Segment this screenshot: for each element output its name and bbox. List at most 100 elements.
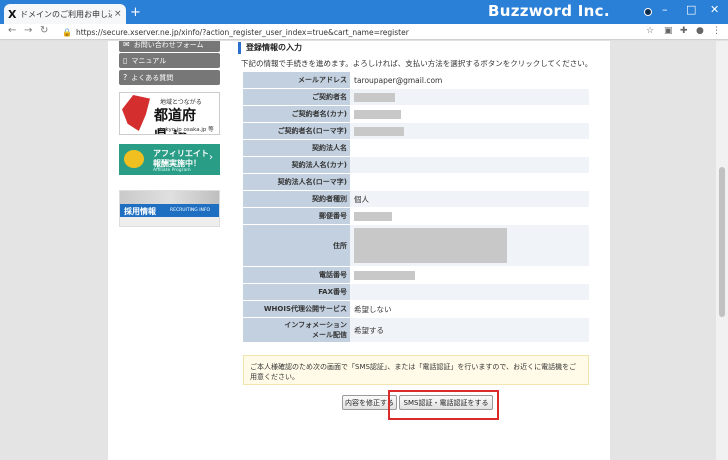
redacted-value [350, 89, 589, 105]
browser-tab[interactable]: X ドメインのご利用お申し込み | 独自ドメ × [4, 4, 126, 24]
table-row: 住所 [243, 225, 589, 267]
banner-heading: 採用情報 [124, 207, 156, 216]
coins-icon [124, 150, 144, 168]
brand-watermark: Buzzword Inc. [488, 2, 610, 20]
redacted-value [350, 106, 589, 122]
redaction-block [354, 211, 392, 221]
row-label: メールアドレス [243, 72, 350, 88]
table-row: FAX番号 [243, 284, 589, 301]
address-bar[interactable]: 🔒 https://secure.xserver.ne.jp/xinfo/?ac… [62, 25, 652, 39]
row-value [350, 140, 589, 156]
prefecture-domain-banner[interactable]: 地域とつながる 都道府県.jp tokyo.jp osaka.jp 等 [119, 92, 220, 135]
chevron-right-icon: › [209, 152, 213, 163]
forward-arrow-icon[interactable]: → [24, 25, 32, 36]
row-label: 契約法人名(カナ) [243, 157, 350, 173]
row-value: 希望しない [350, 301, 589, 317]
highlight-box [388, 390, 499, 420]
sidebar-item-contact[interactable]: ✉ お問い合わせフォーム [119, 41, 220, 52]
row-value: 希望する [350, 318, 589, 342]
close-window-button[interactable]: ✕ [710, 3, 719, 16]
page-viewport: ✉ お問い合わせフォーム ▯ マニュアル ? よくある質問 地域とつながる 都道… [0, 41, 716, 460]
row-value [350, 174, 589, 190]
row-value: 個人 [350, 191, 589, 207]
sidebar-item-faq[interactable]: ? よくある質問 [119, 70, 220, 85]
row-label: 住所 [243, 225, 350, 266]
row-label: ご契約者名(カナ) [243, 106, 350, 122]
puzzle-icon[interactable]: ✚ [680, 26, 688, 36]
redaction-block [354, 92, 395, 102]
table-row: 郵便番号 [243, 208, 589, 225]
office-photo [120, 191, 219, 204]
scrollbar-thumb[interactable] [719, 167, 725, 317]
minimize-button[interactable]: – [662, 3, 668, 16]
menu-dots-icon[interactable]: ⋮ [712, 26, 721, 36]
table-row: WHOIS代理公開サービス 希望しない [243, 301, 589, 318]
extension-icon[interactable]: ▣ [664, 26, 673, 36]
registration-table: メールアドレス taroupaper@gmail.com ご契約者名 ご契約者名… [243, 72, 589, 343]
table-row: 契約者種別 個人 [243, 191, 589, 208]
question-icon: ? [123, 73, 128, 82]
row-label: 郵便番号 [243, 208, 350, 224]
row-value [350, 157, 589, 173]
table-row: 電話番号 [243, 267, 589, 284]
row-label: WHOIS代理公開サービス [243, 301, 350, 317]
row-label: FAX番号 [243, 284, 350, 300]
reload-icon[interactable]: ↻ [40, 25, 48, 36]
redacted-value [350, 208, 589, 224]
table-row: ご契約者名(カナ) [243, 106, 589, 123]
redaction-block [354, 270, 415, 280]
table-row: ご契約者名(ローマ字) [243, 123, 589, 140]
section-title: 登録情報の入力 [238, 42, 302, 54]
row-label-line: メール配信 [312, 331, 347, 339]
redacted-value [350, 267, 589, 283]
row-label: 契約者種別 [243, 191, 350, 207]
row-label: 契約法人名 [243, 140, 350, 156]
sidebar-item-label: お問い合わせフォーム [133, 41, 204, 49]
mail-icon: ✉ [123, 41, 130, 49]
row-label-line: インフォメーション [284, 321, 347, 329]
row-label: 電話番号 [243, 267, 350, 283]
sidebar-item-label: よくある質問 [131, 73, 174, 82]
banner-text: Affiliate Program [153, 168, 191, 173]
tab-bar: X ドメインのご利用お申し込み | 独自ドメ × + Buzzword Inc.… [0, 0, 728, 24]
table-row: 契約法人名(ローマ字) [243, 174, 589, 191]
row-value: taroupaper@gmail.com [350, 72, 589, 88]
profile-icon[interactable] [644, 8, 652, 16]
row-value [350, 284, 589, 300]
row-label: 契約法人名(ローマ字) [243, 174, 350, 190]
tab-title: ドメインのご利用お申し込み | 独自ドメ [20, 9, 112, 19]
recruiting-banner[interactable]: 採用情報 RECRUITING INFO [119, 190, 220, 227]
sidebar-item-label: マニュアル [131, 56, 167, 65]
redaction-block [354, 228, 507, 263]
redacted-value [350, 225, 589, 266]
vertical-scrollbar[interactable] [716, 41, 728, 460]
browser-toolbar: ← → ↻ 🔒 https://secure.xserver.ne.jp/xin… [0, 24, 728, 40]
table-row: ご契約者名 [243, 89, 589, 106]
book-icon: ▯ [123, 56, 128, 65]
table-row: メールアドレス taroupaper@gmail.com [243, 72, 589, 89]
redaction-block [354, 126, 404, 136]
japan-map-icon [122, 95, 150, 131]
banner-text: RECRUITING INFO [170, 208, 211, 213]
bookmark-star-icon[interactable]: ☆ [646, 26, 654, 36]
row-label: ご契約者名(ローマ字) [243, 123, 350, 139]
banner-text: tokyo.jp osaka.jp 等 [160, 127, 214, 133]
maximize-button[interactable]: □ [686, 3, 696, 16]
intro-text: 下記の情報で手続きを進めます。よろしければ、支払い方法を選択するボタンをクリック… [241, 59, 593, 68]
account-icon[interactable]: ● [696, 26, 704, 36]
new-tab-button[interactable]: + [130, 5, 141, 20]
tab-close-icon[interactable]: × [114, 9, 122, 19]
back-arrow-icon[interactable]: ← [8, 25, 16, 36]
url-text: https://secure.xserver.ne.jp/xinfo/?acti… [75, 27, 409, 37]
row-label: ご契約者名 [243, 89, 350, 105]
notice-box: ご本人様確認のため次の画面で「SMS認証」、または「電話認証」を行いますので、お… [243, 355, 589, 385]
redaction-block [354, 109, 401, 119]
row-label: インフォメーション メール配信 [243, 318, 350, 342]
sidebar-item-manual[interactable]: ▯ マニュアル [119, 53, 220, 68]
affiliate-banner[interactable]: アフィリエイト 報酬実施中！ Affiliate Program › [119, 144, 220, 175]
xserver-favicon-icon: X [8, 7, 17, 21]
table-row: 契約法人名 [243, 140, 589, 157]
table-row: 契約法人名(カナ) [243, 157, 589, 174]
table-row: インフォメーション メール配信 希望する [243, 318, 589, 343]
redacted-value [350, 123, 589, 139]
